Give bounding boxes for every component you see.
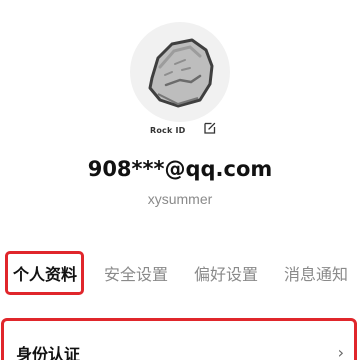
settings-tabs: 个人资料 安全设置 偏好设置 消息通知 <box>0 246 360 300</box>
avatar[interactable] <box>130 22 230 122</box>
chevron-right-icon: › <box>337 343 344 360</box>
avatar-label: Rock ID <box>150 126 186 135</box>
account-email: 908***@qq.com <box>87 157 273 181</box>
tab-personal-info[interactable]: 个人资料 <box>10 246 80 300</box>
identity-verification-card[interactable]: 身份认证 › <box>1 318 357 360</box>
tab-preference-settings[interactable]: 偏好设置 <box>191 246 261 300</box>
username: xysummer <box>147 191 213 207</box>
edit-icon[interactable] <box>203 121 217 135</box>
identity-verification-title: 身份认证 <box>16 345 81 360</box>
tab-message-notifications[interactable]: 消息通知 <box>281 246 351 300</box>
tab-security-settings[interactable]: 安全设置 <box>101 246 171 300</box>
rock-avatar-icon <box>148 38 214 108</box>
